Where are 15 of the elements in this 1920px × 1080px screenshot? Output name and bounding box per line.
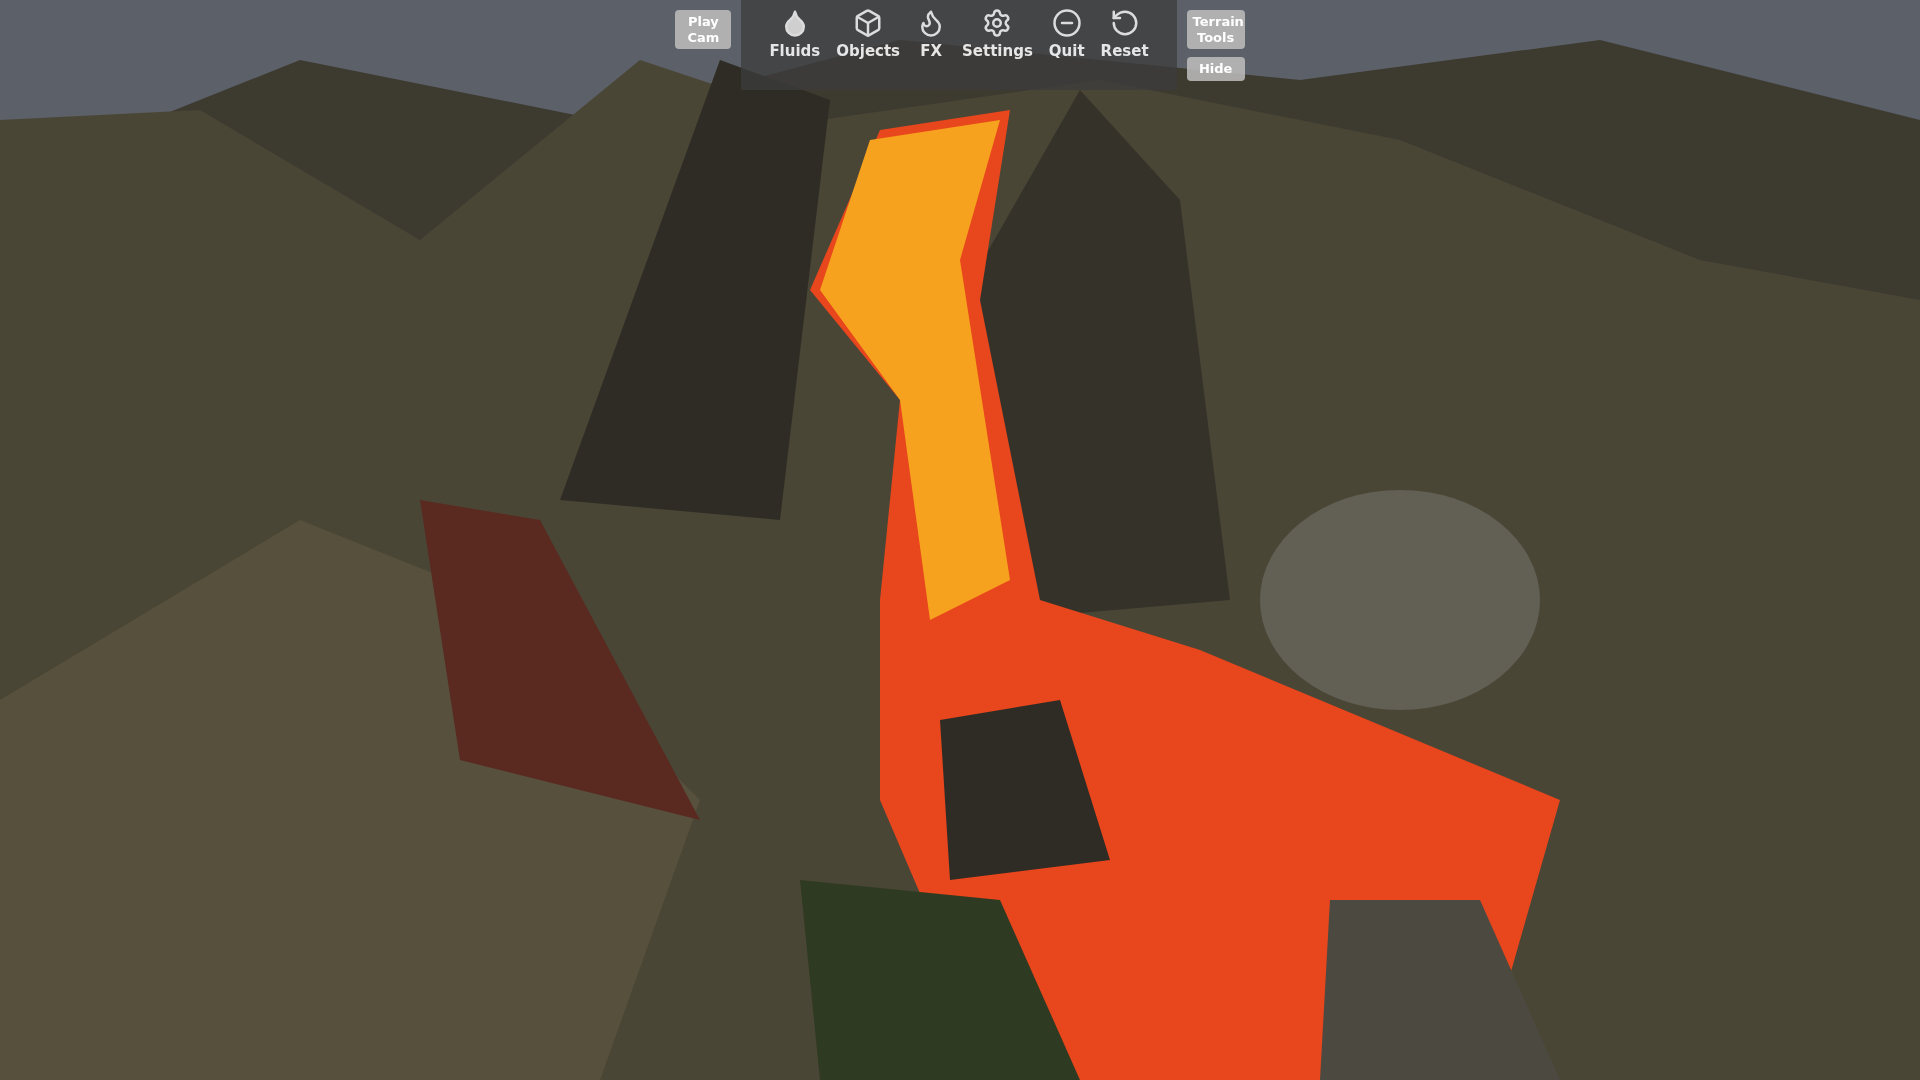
toolbar-tool[interactable]: Fluids bbox=[765, 4, 825, 64]
tool-label: Fluids bbox=[769, 42, 821, 60]
cube-icon bbox=[853, 8, 884, 38]
minus-circle-icon bbox=[1051, 8, 1082, 38]
toolbar-tool[interactable]: Objects bbox=[832, 4, 905, 64]
toolbar-tool[interactable]: FX bbox=[912, 4, 951, 64]
tool-label: Reset bbox=[1100, 42, 1149, 60]
toolbar-tool[interactable]: Quit bbox=[1044, 4, 1089, 64]
tool-label: Settings bbox=[962, 42, 1033, 60]
tool-label: FX bbox=[920, 42, 942, 60]
tool-label: Objects bbox=[836, 42, 901, 60]
toolbar-tool[interactable]: Settings bbox=[958, 4, 1037, 64]
tool-label: Quit bbox=[1048, 42, 1085, 60]
settings-icon bbox=[982, 8, 1013, 38]
toolbar-tool[interactable]: Reset bbox=[1096, 4, 1153, 64]
